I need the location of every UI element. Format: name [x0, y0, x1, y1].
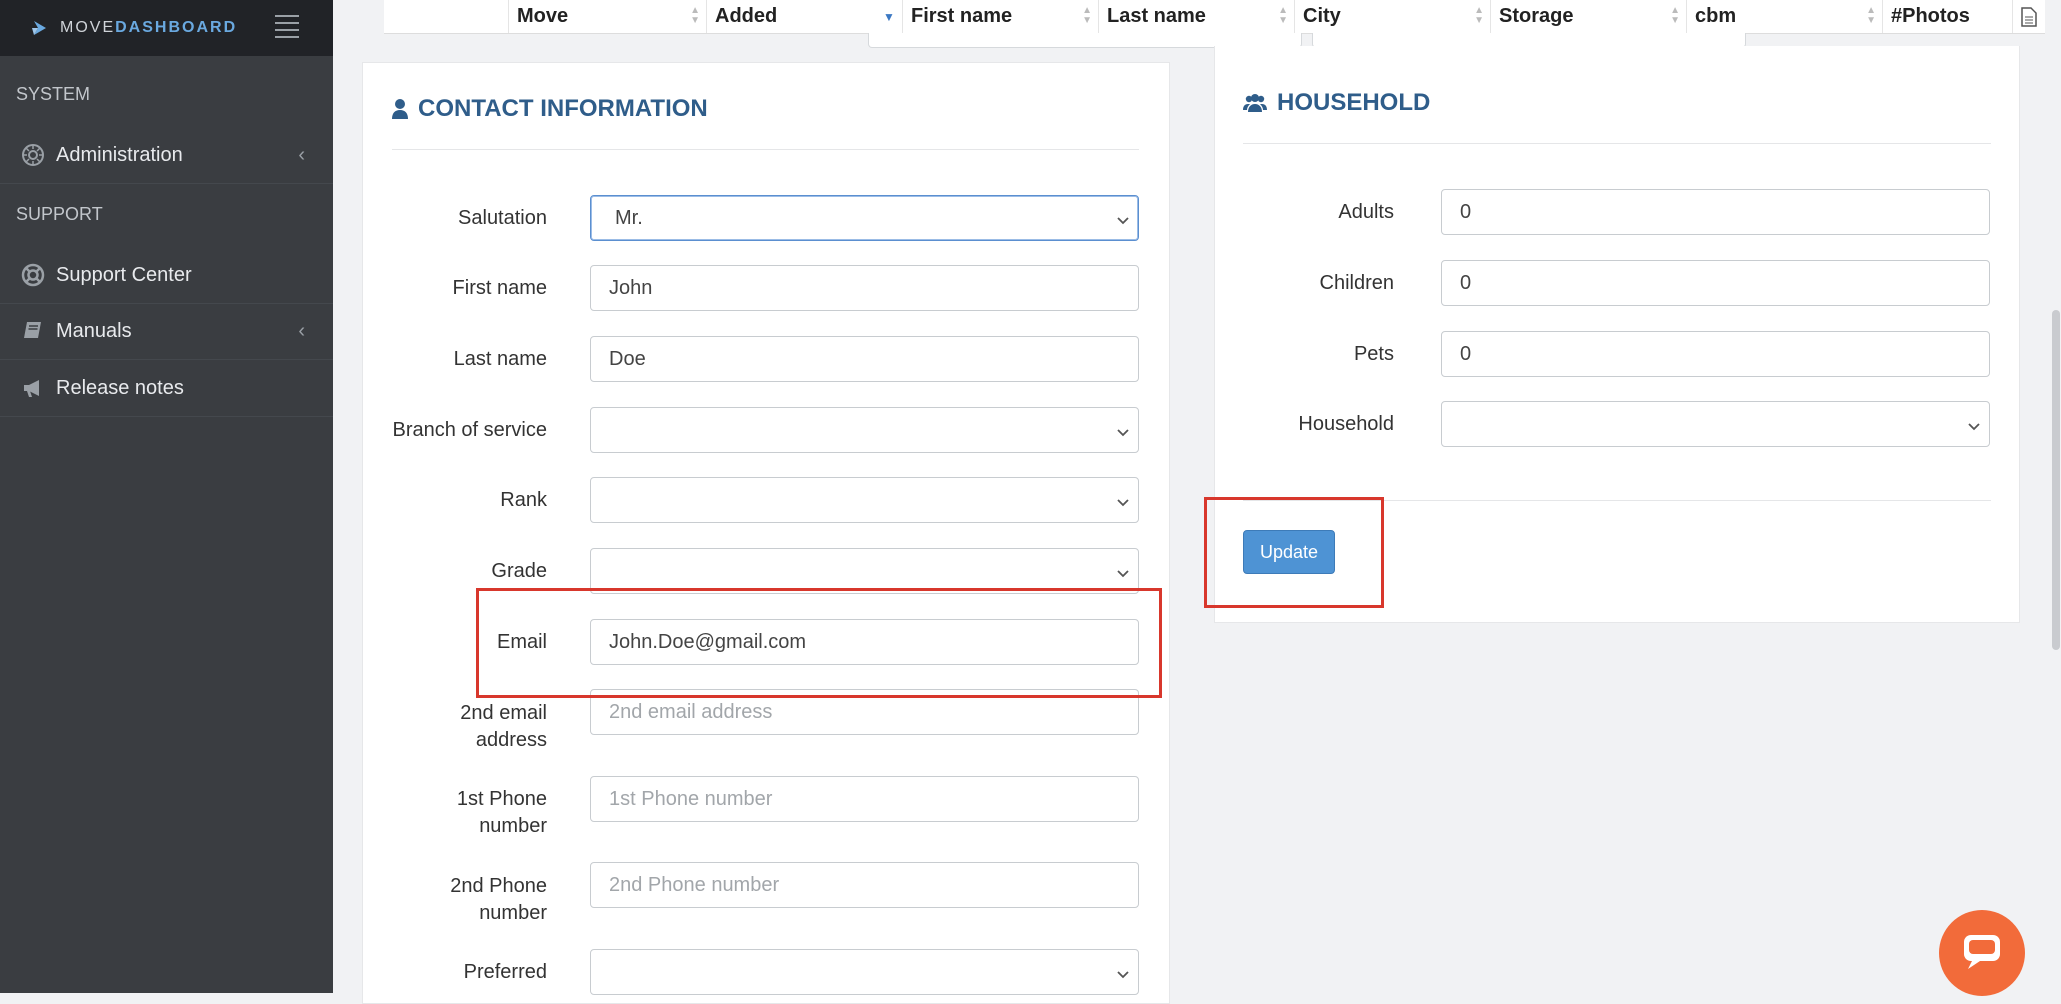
book-icon: [18, 319, 48, 343]
branch-of-service-label: Branch of service: [392, 419, 547, 441]
sidebar-item-release-notes[interactable]: Release notes: [0, 360, 333, 417]
column-header-cbm[interactable]: cbm ▲ ▼: [1686, 0, 1882, 33]
rank-select[interactable]: [590, 477, 1139, 523]
first-name-label: First name: [452, 277, 547, 299]
household-label: Household: [1298, 413, 1394, 435]
scrollbar-thumb[interactable]: [2052, 310, 2060, 650]
sidebar-item-label: Release notes: [56, 376, 184, 399]
contact-information-title: CONTACT INFORMATION: [392, 95, 708, 123]
column-header-photos[interactable]: #Photos: [1882, 0, 2012, 33]
household-select[interactable]: [1441, 401, 1990, 447]
first-name-input[interactable]: John: [590, 265, 1139, 311]
divider: [392, 149, 1139, 150]
children-input[interactable]: 0: [1441, 260, 1990, 306]
first-phone-label: 1st Phone number: [456, 788, 547, 837]
first-phone-field[interactable]: 1st Phone number: [590, 776, 1139, 822]
lifebuoy-icon: [18, 263, 48, 287]
brand-name: MOVEDASHBOARD: [60, 19, 238, 36]
preferred-select[interactable]: [590, 949, 1139, 995]
users-icon: [1243, 93, 1267, 113]
email-highlight-box: [476, 588, 1162, 698]
second-phone-label: 2nd Phone number: [450, 875, 547, 924]
pets-label: Pets: [1353, 343, 1394, 365]
second-phone-field[interactable]: 2nd Phone number: [590, 862, 1139, 908]
chevron-left-icon: ‹: [298, 319, 305, 342]
chevron-left-icon: ‹: [298, 143, 305, 166]
salutation-label: Salutation: [458, 207, 547, 229]
household-title: HOUSEHOLD: [1243, 89, 1430, 117]
salutation-select[interactable]: Mr.: [590, 195, 1139, 241]
divider: [1243, 143, 1991, 144]
chevron-down-icon: [1116, 492, 1130, 515]
chat-icon: [1960, 931, 2004, 976]
logo-icon: [30, 17, 52, 39]
nav-section-support: SUPPORT: [16, 204, 103, 224]
last-name-label: Last name: [453, 348, 547, 370]
column-header-storage[interactable]: Storage ▲ ▼: [1490, 0, 1686, 33]
column-header-city[interactable]: City ▲ ▼: [1294, 0, 1490, 33]
sort-desc-icon: ▼: [883, 10, 895, 24]
sidebar: MOVEDASHBOARD SYSTEM Administration ‹ SU…: [0, 0, 333, 993]
grade-label: Grade: [491, 560, 547, 582]
chevron-down-icon: [1116, 563, 1130, 586]
gear-icon: [18, 143, 48, 167]
preferred-label: Preferred: [463, 961, 547, 983]
user-icon: [392, 98, 408, 120]
table-header: Move ▲ ▼ Added ▼ First name ▲ ▼ Last name ▲ ▼ C…: [384, 0, 2045, 34]
last-name-input[interactable]: Doe: [590, 336, 1139, 382]
column-header-added[interactable]: Added: [706, 0, 902, 33]
column-header-last-name[interactable]: Last name ▲ ▼: [1098, 0, 1294, 33]
sidebar-item-administration[interactable]: Administration ‹: [0, 127, 333, 184]
menu-toggle-icon[interactable]: [275, 15, 299, 38]
sidebar-item-label: Manuals: [56, 319, 132, 342]
chat-button[interactable]: [1939, 910, 2025, 996]
chevron-down-icon: [1967, 416, 1981, 439]
nav-section-system: SYSTEM: [16, 84, 91, 104]
sidebar-item-label: Administration: [56, 143, 183, 166]
adults-input[interactable]: 0: [1441, 189, 1990, 235]
adults-label: Adults: [1338, 201, 1394, 223]
children-label: Children: [1319, 272, 1394, 294]
document-icon[interactable]: [2012, 0, 2045, 33]
branch-of-service-select[interactable]: [590, 407, 1139, 453]
update-highlight-box: [1204, 497, 1384, 608]
column-header-move[interactable]: Move ▲ ▼: [508, 0, 706, 33]
sidebar-item-manuals[interactable]: Manuals ‹: [0, 303, 333, 360]
pets-input[interactable]: 0: [1441, 331, 1990, 377]
megaphone-icon: [18, 376, 48, 400]
chevron-down-icon: [1116, 210, 1130, 233]
chevron-down-icon: [1116, 964, 1130, 987]
sidebar-header: MOVEDASHBOARD: [0, 0, 333, 56]
chevron-down-icon: [1116, 422, 1130, 445]
sidebar-item-label: Support Center: [56, 263, 192, 286]
column-header-first-name[interactable]: ▼ First name ▲ ▼: [883, 0, 1098, 33]
sidebar-item-support-center[interactable]: Support Center: [0, 247, 333, 304]
second-email-label: 2nd email address: [460, 702, 547, 751]
rank-label: Rank: [500, 489, 547, 511]
brand-logo[interactable]: MOVEDASHBOARD: [30, 17, 237, 39]
